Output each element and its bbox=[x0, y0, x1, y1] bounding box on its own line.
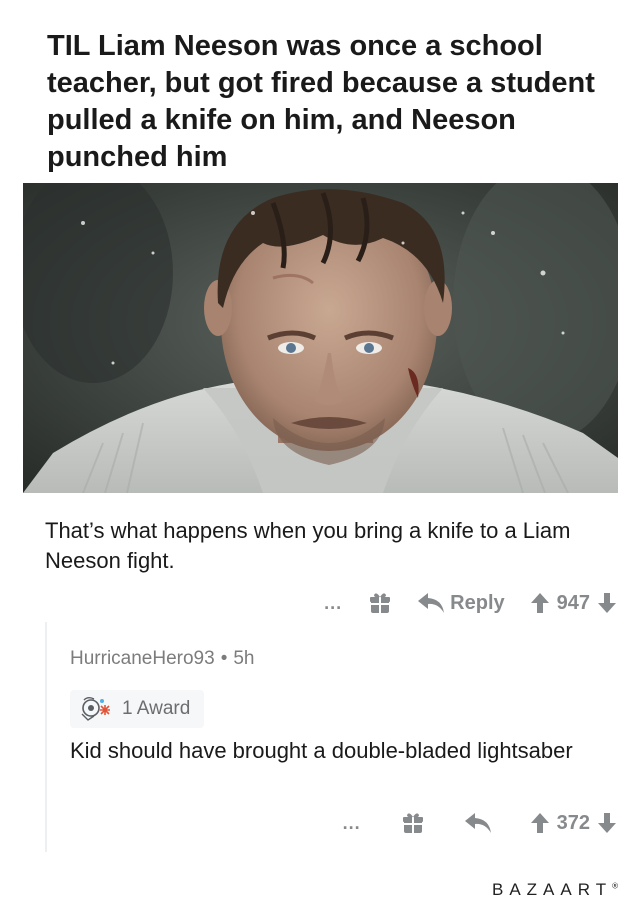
post-title: TIL Liam Neeson was once a school teache… bbox=[47, 30, 595, 173]
reply-arrow-icon bbox=[418, 593, 445, 613]
more-options-button[interactable]: ... bbox=[343, 813, 361, 834]
upvote-icon[interactable] bbox=[530, 813, 549, 833]
gift-icon bbox=[402, 813, 423, 833]
reply-label: Reply bbox=[450, 591, 505, 614]
gift-icon bbox=[370, 593, 391, 613]
downvote-icon[interactable] bbox=[598, 813, 616, 833]
vote-group: 372 bbox=[530, 811, 616, 835]
man-portrait-image bbox=[23, 183, 618, 493]
downvote-icon[interactable] bbox=[598, 593, 616, 613]
post-image bbox=[23, 183, 618, 493]
vote-group: 947 bbox=[530, 591, 616, 615]
give-award-button[interactable] bbox=[368, 591, 392, 615]
username[interactable]: HurricaneHero93 bbox=[70, 648, 215, 669]
award-badge[interactable]: 1 Award bbox=[70, 690, 205, 728]
thread-line[interactable] bbox=[45, 622, 47, 852]
reply-meta: HurricaneHero93 • 5h bbox=[70, 648, 254, 670]
bazaart-watermark: BAZAART® bbox=[492, 880, 618, 900]
vote-count: 947 bbox=[556, 591, 590, 614]
give-award-button[interactable] bbox=[401, 811, 425, 835]
comment-action-bar: ... Reply 947 bbox=[200, 586, 616, 620]
vote-count: 372 bbox=[556, 811, 590, 834]
award-label: 1 Award bbox=[122, 698, 191, 719]
reply-action-bar: ... 372 bbox=[200, 806, 616, 840]
reply-arrow-icon bbox=[464, 813, 491, 833]
reply-button[interactable]: Reply bbox=[418, 591, 505, 615]
upvote-icon[interactable] bbox=[530, 593, 549, 613]
more-options-button[interactable]: ... bbox=[324, 593, 342, 614]
comment-age: 5h bbox=[233, 648, 255, 669]
watermark-text: BAZAART bbox=[492, 880, 613, 899]
award-icon bbox=[81, 697, 110, 721]
meta-separator: • bbox=[220, 648, 228, 669]
registered-mark: ® bbox=[612, 881, 618, 891]
reply-body: Kid should have brought a double-bladed … bbox=[70, 738, 573, 763]
reply-button[interactable] bbox=[464, 813, 491, 833]
comment-body: That’s what happens when you bring a kni… bbox=[45, 518, 571, 573]
